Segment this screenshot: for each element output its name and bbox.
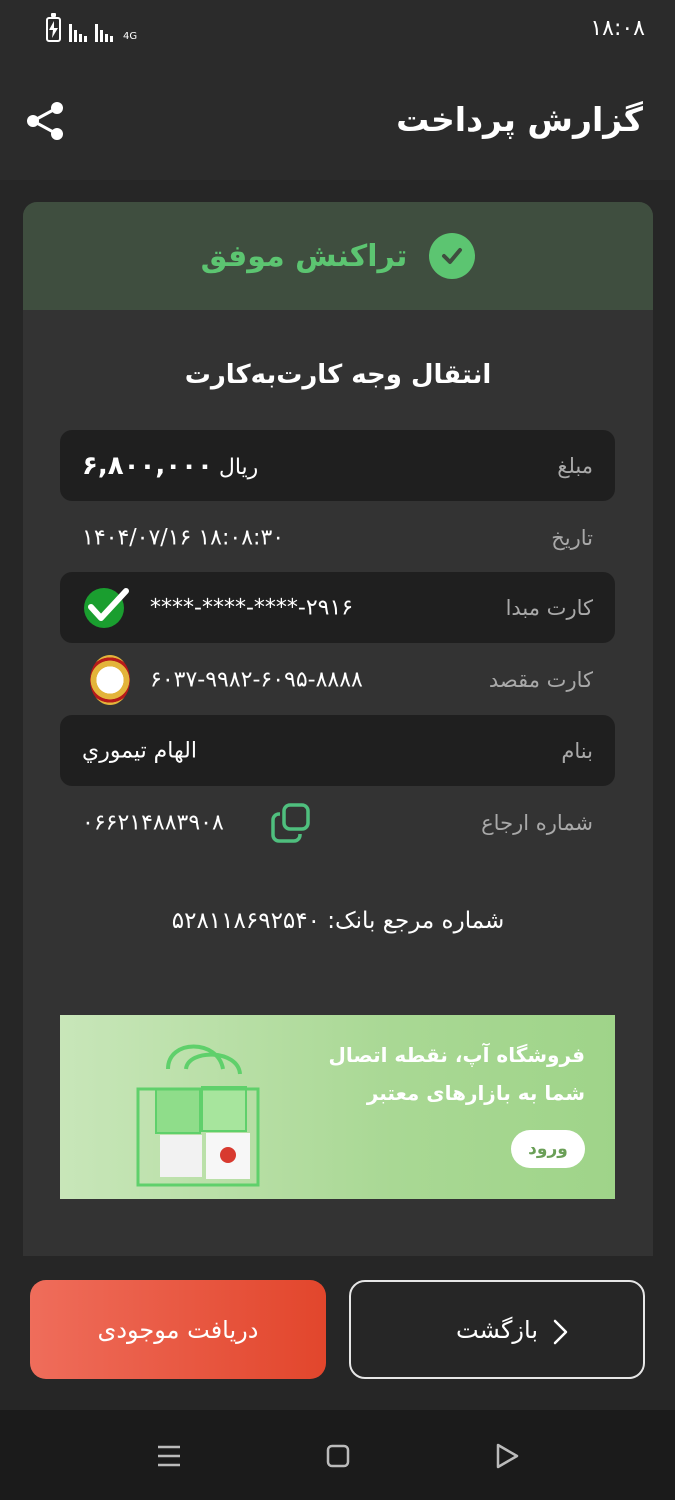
status-header: تراکنش موفق <box>23 202 653 310</box>
home-icon[interactable] <box>324 1442 352 1470</box>
name-row: بنام الهام تیموري <box>60 715 615 786</box>
transaction-title: انتقال وجه کارت‌به‌کارت <box>184 360 492 390</box>
amount-row: مبلغ ۶,۸۰۰,۰۰۰ ریال <box>60 430 615 501</box>
banner-line-1: فروشگاه آپ، نقطه اتصال <box>328 1043 585 1067</box>
back-button[interactable]: بازگشت <box>349 1280 645 1379</box>
dest-card-value: ۶۰۳۷-۹۹۸۲-۶۰۹۵-۸۸۸۸ <box>150 667 363 692</box>
date-row: تاریخ ۱۴۰۴/۰۷/۱۶ ۱۸:۰۸:۳۰ <box>60 502 615 573</box>
amount-unit: ریال <box>218 454 259 480</box>
amount-value-wrap: ۶,۸۰۰,۰۰۰ ریال <box>82 451 258 481</box>
back-button-label: بازگشت <box>456 1315 538 1344</box>
menu-icon[interactable] <box>155 1442 183 1470</box>
back-triangle-icon[interactable] <box>493 1442 521 1470</box>
dest-card-label: کارت مقصد <box>488 667 593 692</box>
name-value: الهام تیموري <box>82 738 197 763</box>
amount-value: ۶,۸۰۰,۰۰۰ <box>82 450 213 481</box>
source-card-value: ****-****-****-۲۹۱۶ <box>150 595 354 620</box>
get-balance-button[interactable]: دریافت موجودی <box>30 1280 326 1379</box>
clock: ۱۸:۰۸ <box>590 16 645 41</box>
status-bar: 4G ۱۸:۰۸ <box>0 0 675 60</box>
source-card-row: کارت مبدا ****-****-****-۲۹۱۶ <box>60 572 615 643</box>
battery-icon <box>46 13 61 42</box>
date-value: ۱۴۰۴/۰۷/۱۶ ۱۸:۰۸:۳۰ <box>82 525 285 550</box>
receipt-card: تراکنش موفق انتقال وجه کارت‌به‌کارت مبلغ… <box>23 202 653 1256</box>
reference-label: شماره ارجاع <box>481 810 593 835</box>
page-title: گزارش پرداخت <box>396 100 643 139</box>
reference-row: شماره ارجاع ۰۶۶۲۱۴۸۸۳۹۰۸ <box>60 787 615 858</box>
check-circle-icon <box>429 233 476 279</box>
name-label: بنام <box>561 738 593 763</box>
app-bar: گزارش پرداخت <box>0 60 675 180</box>
banner-enter-button[interactable]: ورود <box>511 1130 585 1168</box>
bank-logo-icon <box>90 654 130 705</box>
amount-label: مبلغ <box>557 453 593 478</box>
system-nav-bar <box>0 1410 675 1500</box>
bank-reference: شماره مرجع بانک: ۵۲۸۱۱۸۶۹۲۵۴۰ <box>171 908 505 934</box>
reference-value: ۰۶۶۲۱۴۸۸۳۹۰۸ <box>82 810 224 835</box>
status-icons: 4G <box>46 13 138 42</box>
network-type: 4G <box>123 31 138 42</box>
shopping-bag-icon <box>136 1044 260 1187</box>
signal-icon-2 <box>95 20 113 42</box>
banner-line-2: شما به بازارهای معتبر <box>366 1081 585 1105</box>
copy-icon[interactable] <box>270 802 312 844</box>
share-icon[interactable] <box>24 100 66 142</box>
promo-banner[interactable]: فروشگاه آپ، نقطه اتصال شما به بازارهای م… <box>60 1015 615 1199</box>
date-label: تاریخ <box>551 525 593 550</box>
bank-check-logo-icon <box>84 587 129 628</box>
status-text: تراکنش موفق <box>200 238 408 274</box>
dest-card-row: کارت مقصد ۶۰۳۷-۹۹۸۲-۶۰۹۵-۸۸۸۸ <box>60 644 615 715</box>
chevron-right-icon <box>553 1319 568 1345</box>
signal-icon <box>69 20 87 42</box>
source-card-label: کارت مبدا <box>505 595 593 620</box>
